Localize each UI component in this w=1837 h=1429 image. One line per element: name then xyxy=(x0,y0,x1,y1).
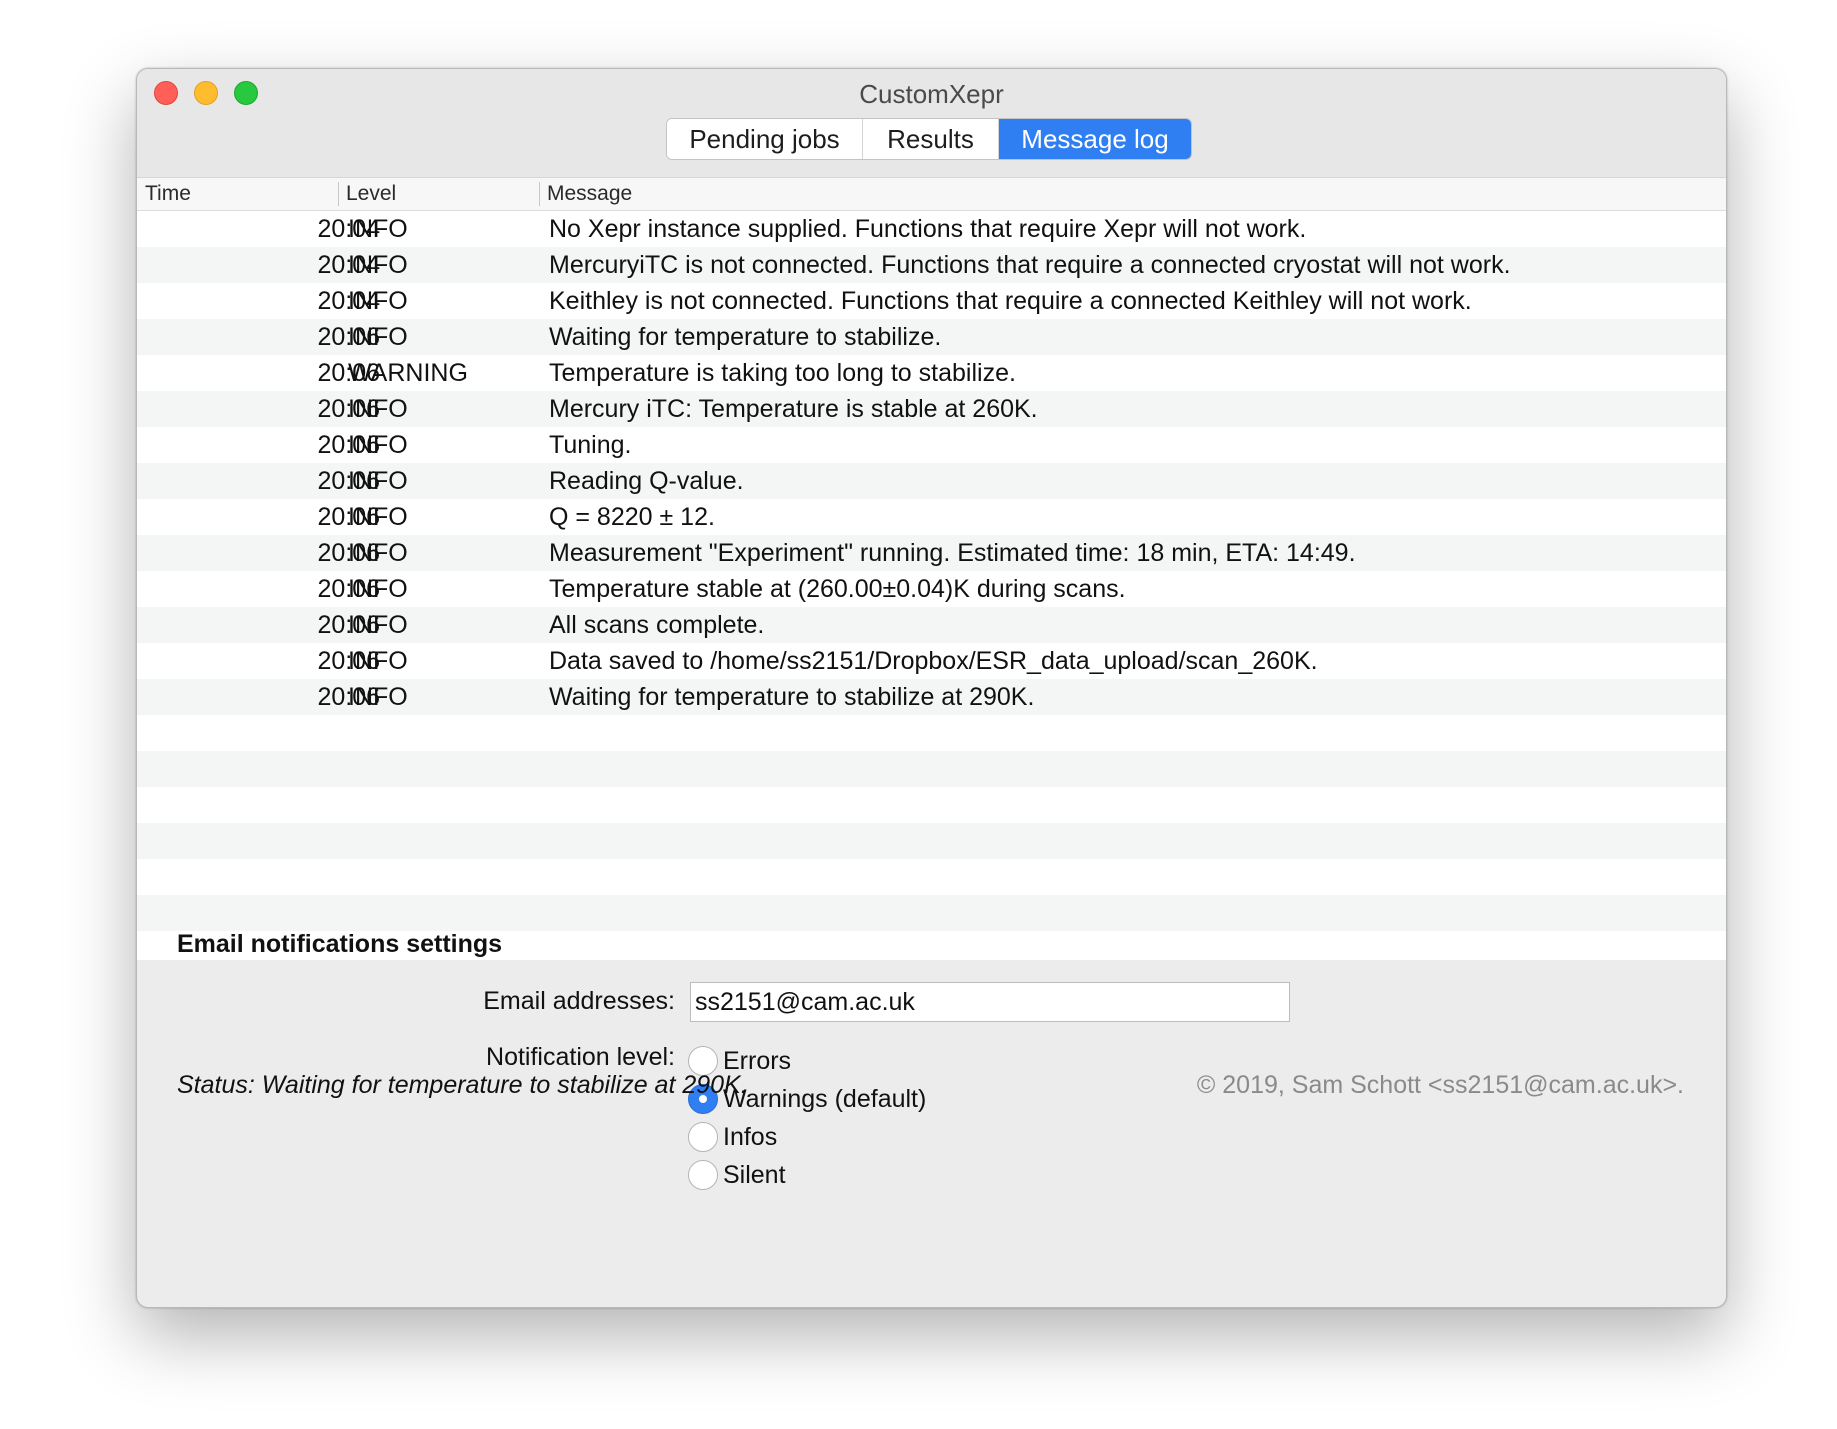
log-level-cell: INFO xyxy=(348,503,408,531)
table-row[interactable]: 20:06 WARNING Temperature is taking too lo… xyxy=(137,355,1726,391)
column-divider[interactable] xyxy=(539,182,540,206)
radio-option-silent[interactable]: Silent xyxy=(688,1159,786,1191)
log-time-cell: 20:06 xyxy=(317,467,380,495)
copyright-text: © 2019, Sam Schott <ss2151@cam.ac.uk>. xyxy=(1196,1071,1684,1099)
log-message-cell: Mercury iTC: Temperature is stable at 26… xyxy=(549,395,1038,423)
column-header-level[interactable]: Level xyxy=(346,178,396,210)
log-message-cell: All scans complete. xyxy=(549,611,765,639)
tab-bar: Pending jobs Results Message log xyxy=(666,118,1192,160)
table-row[interactable]: 20:06 INFO Data saved to /home/ss2151/Drop… xyxy=(137,643,1726,679)
empty-table-row xyxy=(137,787,1726,823)
table-row[interactable]: 20:06 INFO Tuning. xyxy=(137,427,1726,463)
log-time-cell: 20:04 xyxy=(317,287,380,315)
log-level-cell: INFO xyxy=(348,467,408,495)
empty-table-row xyxy=(137,859,1726,895)
table-row[interactable]: 20:06 INFO Mercury iTC: Temperature is sta… xyxy=(137,391,1726,427)
table-row[interactable]: 20:06 INFO All scans complete. xyxy=(137,607,1726,643)
log-time-cell: 20:06 xyxy=(317,359,380,387)
table-header: Time Level Message xyxy=(137,178,1726,211)
empty-table-row xyxy=(137,895,1726,931)
table-row[interactable]: 20:04 INFO Keithley is not connected. Func… xyxy=(137,283,1726,319)
column-header-time[interactable]: Time xyxy=(145,178,191,210)
table-row[interactable]: 20:06 INFO Q = 8220 ± 12. xyxy=(137,499,1726,535)
log-time-cell: 20:06 xyxy=(317,683,380,711)
log-time-cell: 20:06 xyxy=(317,431,380,459)
empty-table-row xyxy=(137,715,1726,751)
log-level-cell: WARNING xyxy=(348,359,468,387)
log-message-cell: Q = 8220 ± 12. xyxy=(549,503,715,531)
log-message-cell: Data saved to /home/ss2151/Dropbox/ESR_d… xyxy=(549,647,1318,675)
status-text: Status: Waiting for temperature to stabi… xyxy=(177,1071,748,1099)
email-addresses-label: Email addresses: xyxy=(483,987,675,1015)
table-row[interactable]: 20:06 INFO Temperature stable at (260.00±0… xyxy=(137,571,1726,607)
table-row[interactable]: 20:04 INFO MercuryiTC is not connected. Fu… xyxy=(137,247,1726,283)
log-message-cell: Temperature is taking too long to stabil… xyxy=(549,359,1016,387)
log-level-cell: INFO xyxy=(348,287,408,315)
log-message-cell: Reading Q-value. xyxy=(549,467,744,495)
empty-table-row xyxy=(137,823,1726,859)
log-time-cell: 20:06 xyxy=(317,323,380,351)
radio-button[interactable] xyxy=(688,1160,718,1190)
log-message-cell: Keithley is not connected. Functions tha… xyxy=(549,287,1472,315)
table-body: 20:04 INFO No Xepr instance supplied. Func… xyxy=(137,211,1726,931)
log-time-cell: 20:04 xyxy=(317,251,380,279)
table-row[interactable]: 20:06 INFO Waiting for temperature to stab… xyxy=(137,319,1726,355)
tab-results[interactable]: Results xyxy=(863,119,999,159)
log-message-cell: No Xepr instance supplied. Functions tha… xyxy=(549,215,1307,243)
window-title: CustomXepr xyxy=(859,79,1004,109)
log-level-cell: INFO xyxy=(348,611,408,639)
column-divider[interactable] xyxy=(338,182,339,206)
radio-label: Silent xyxy=(723,1160,786,1189)
column-header-message[interactable]: Message xyxy=(547,178,632,210)
log-level-cell: INFO xyxy=(348,647,408,675)
tab-message-log[interactable]: Message log xyxy=(999,119,1191,159)
log-time-cell: 20:04 xyxy=(317,215,380,243)
empty-table-row xyxy=(137,751,1726,787)
log-level-cell: INFO xyxy=(348,395,408,423)
log-level-cell: INFO xyxy=(348,323,408,351)
table-row[interactable]: 20:06 INFO Measurement "Experiment" runnin… xyxy=(137,535,1726,571)
log-level-cell: INFO xyxy=(348,251,408,279)
log-level-cell: INFO xyxy=(348,575,408,603)
app-window: CustomXepr Pending jobs Results Message … xyxy=(136,68,1727,1308)
log-message-cell: MercuryiTC is not connected. Functions t… xyxy=(549,251,1511,279)
table-row[interactable]: 20:06 INFO Reading Q-value. xyxy=(137,463,1726,499)
log-message-cell: Waiting for temperature to stabilize. xyxy=(549,323,942,351)
radio-option-infos[interactable]: Infos xyxy=(688,1121,777,1153)
title-bar: CustomXepr Pending jobs Results Message … xyxy=(137,69,1726,177)
table-row[interactable]: 20:04 INFO No Xepr instance supplied. Func… xyxy=(137,211,1726,247)
log-message-cell: Measurement "Experiment" running. Estima… xyxy=(549,539,1356,567)
log-level-cell: INFO xyxy=(348,215,408,243)
radio-label: Warnings (default) xyxy=(723,1084,927,1113)
message-log-table[interactable]: Time Level Message 20:04 INFO No Xepr inst… xyxy=(137,177,1726,960)
log-message-cell: Waiting for temperature to stabilize at … xyxy=(549,683,1035,711)
log-message-cell: Temperature stable at (260.00±0.04)K dur… xyxy=(549,575,1126,603)
email-settings-heading: Email notifications settings xyxy=(177,930,503,958)
table-row[interactable]: 20:06 INFO Waiting for temperature to stab… xyxy=(137,679,1726,715)
log-time-cell: 20:06 xyxy=(317,647,380,675)
log-time-cell: 20:06 xyxy=(317,539,380,567)
log-level-cell: INFO xyxy=(348,539,408,567)
log-level-cell: INFO xyxy=(348,431,408,459)
log-time-cell: 20:06 xyxy=(317,395,380,423)
tab-pending-jobs[interactable]: Pending jobs xyxy=(667,119,863,159)
radio-button[interactable] xyxy=(688,1122,718,1152)
log-level-cell: INFO xyxy=(348,683,408,711)
radio-label: Infos xyxy=(723,1122,778,1151)
email-addresses-input[interactable]: ss2151@cam.ac.uk xyxy=(690,982,1290,1022)
log-time-cell: 20:06 xyxy=(317,611,380,639)
notification-level-label: Notification level: xyxy=(486,1043,675,1071)
log-time-cell: 20:06 xyxy=(317,503,380,531)
log-message-cell: Tuning. xyxy=(549,431,632,459)
log-time-cell: 20:06 xyxy=(317,575,380,603)
